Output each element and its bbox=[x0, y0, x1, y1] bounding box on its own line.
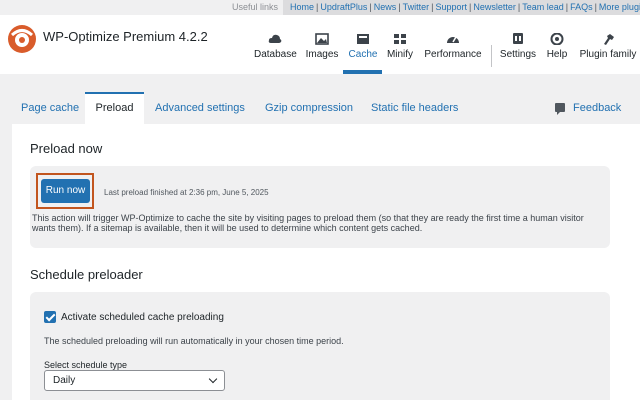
link-updraftplus[interactable]: UpdraftPlus bbox=[320, 2, 367, 12]
feedback-icon bbox=[555, 103, 565, 115]
nav-label: Plugin family bbox=[579, 49, 637, 60]
nav-label: Minify bbox=[386, 49, 414, 60]
nav-plugin-family[interactable]: Plugin family bbox=[578, 33, 638, 63]
schedule-preloader-heading: Schedule preloader bbox=[30, 267, 143, 282]
images-icon bbox=[315, 33, 329, 45]
active-nav-indicator bbox=[343, 70, 382, 74]
scheduled-preload-label: Activate scheduled cache preloading bbox=[61, 312, 224, 323]
plugin-icon bbox=[604, 34, 614, 45]
schedule-type-value: Daily bbox=[53, 375, 76, 386]
nav-cache[interactable]: Cache bbox=[346, 33, 380, 63]
nav-performance[interactable]: Performance bbox=[424, 33, 482, 63]
schedule-box: Activate scheduled cache preloading The … bbox=[30, 292, 610, 400]
feedback-link[interactable]: Feedback bbox=[555, 102, 622, 115]
gauge-icon bbox=[447, 36, 459, 43]
preload-now-box: Run now Last preload finished at 2:36 pm… bbox=[30, 166, 610, 248]
nav-label: Database bbox=[254, 49, 297, 60]
app-title: WP-Optimize Premium 4.2.2 bbox=[43, 29, 208, 44]
tab-preload[interactable]: Preload bbox=[85, 92, 144, 124]
settings-icon bbox=[513, 33, 523, 44]
tab-static-file-headers[interactable]: Static file headers bbox=[371, 92, 458, 124]
link-home[interactable]: Home bbox=[290, 2, 314, 12]
nav-database[interactable]: Database bbox=[254, 33, 297, 63]
nav-help[interactable]: Help bbox=[544, 33, 570, 63]
tab-gzip-compression[interactable]: Gzip compression bbox=[265, 92, 353, 124]
link-support[interactable]: Support bbox=[435, 2, 467, 12]
nav-label: Performance bbox=[424, 49, 482, 60]
cache-icon bbox=[357, 34, 369, 44]
preload-description: This action will trigger WP-Optimize to … bbox=[32, 213, 584, 233]
nav-minify[interactable]: Minify bbox=[384, 33, 416, 63]
link-more-plugins[interactable]: More plugins bbox=[599, 2, 640, 12]
useful-links-label: Useful links bbox=[232, 2, 279, 12]
preload-panel: Preload now Run now Last preload finishe… bbox=[12, 124, 640, 400]
link-newsletter[interactable]: Newsletter bbox=[473, 2, 516, 12]
nav-divider bbox=[491, 45, 492, 67]
nav-label: Images bbox=[305, 49, 339, 60]
useful-links-list: Home | UpdraftPlus | News | Twitter | Support | Ne… bbox=[283, 0, 640, 15]
cloud-icon bbox=[268, 34, 282, 43]
schedule-type-label: Select schedule type bbox=[44, 360, 128, 370]
schedule-note: The scheduled preloading will run automa… bbox=[44, 336, 344, 346]
help-icon bbox=[550, 33, 564, 45]
nav-images[interactable]: Images bbox=[305, 33, 339, 63]
sub-tabs: Page cache Preload Advanced settings Gzi… bbox=[0, 92, 640, 124]
run-now-button[interactable]: Run now bbox=[41, 179, 90, 203]
scheduled-preload-checkbox[interactable] bbox=[44, 311, 56, 323]
minify-icon bbox=[394, 34, 406, 44]
feedback-label: Feedback bbox=[573, 102, 622, 114]
link-twitter[interactable]: Twitter bbox=[403, 2, 430, 12]
link-news[interactable]: News bbox=[374, 2, 397, 12]
useful-links-bar: Useful links Home | UpdraftPlus | News | Twitt… bbox=[0, 0, 640, 15]
nav-label: Cache bbox=[348, 49, 378, 60]
nav-settings[interactable]: Settings bbox=[498, 33, 538, 63]
schedule-type-select[interactable]: Daily bbox=[44, 370, 225, 391]
nav-label: Settings bbox=[499, 49, 537, 60]
link-team-lead[interactable]: Team lead bbox=[522, 2, 564, 12]
chevron-down-icon bbox=[208, 374, 218, 384]
tab-page-cache[interactable]: Page cache bbox=[21, 92, 79, 124]
nav-label: Help bbox=[546, 49, 568, 60]
tab-advanced-settings[interactable]: Advanced settings bbox=[155, 92, 245, 124]
wp-optimize-logo-icon bbox=[8, 25, 36, 53]
last-preload-status: Last preload finished at 2:36 pm, June 5… bbox=[104, 188, 269, 197]
plugin-header: WP-Optimize Premium 4.2.2 Database Image… bbox=[0, 15, 640, 74]
link-faqs[interactable]: FAQs bbox=[570, 2, 593, 12]
preload-now-heading: Preload now bbox=[30, 141, 103, 156]
